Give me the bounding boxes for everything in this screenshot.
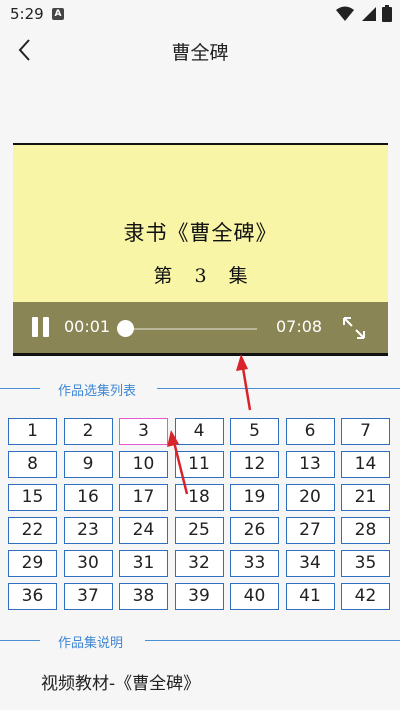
description-section-header: 作品集说明 bbox=[0, 632, 400, 652]
video-player[interactable]: 隶书《曹全碑》 第 3 集 00:01 07:08 bbox=[13, 143, 388, 356]
episode-button-39[interactable]: 39 bbox=[174, 583, 224, 610]
episode-button-38[interactable]: 38 bbox=[119, 583, 168, 610]
episode-button-1[interactable]: 1 bbox=[8, 418, 57, 445]
episode-button-18[interactable]: 18 bbox=[174, 484, 224, 511]
episode-button-17[interactable]: 17 bbox=[119, 484, 168, 511]
episode-button-33[interactable]: 33 bbox=[230, 550, 279, 577]
episode-button-7[interactable]: 7 bbox=[341, 418, 390, 445]
episode-button-41[interactable]: 41 bbox=[285, 583, 335, 610]
status-icons bbox=[336, 5, 392, 22]
episode-button-16[interactable]: 16 bbox=[63, 484, 113, 511]
episode-button-23[interactable]: 23 bbox=[63, 517, 113, 544]
notification-badge: A bbox=[52, 8, 64, 20]
episode-button-37[interactable]: 37 bbox=[63, 583, 113, 610]
episode-button-14[interactable]: 14 bbox=[341, 451, 390, 478]
episode-button-9[interactable]: 9 bbox=[63, 451, 113, 478]
pause-icon-bar-right bbox=[43, 317, 49, 337]
episode-button-31[interactable]: 31 bbox=[119, 550, 168, 577]
app-bar: 曹全碑 bbox=[0, 28, 400, 72]
description-section-title: 作品集说明 bbox=[58, 636, 124, 651]
episode-button-12[interactable]: 12 bbox=[230, 451, 279, 478]
episode-button-28[interactable]: 28 bbox=[341, 517, 390, 544]
episode-button-2[interactable]: 2 bbox=[63, 418, 113, 445]
pause-button[interactable] bbox=[32, 317, 52, 339]
episode-button-29[interactable]: 29 bbox=[8, 550, 57, 577]
status-time: 5:29 bbox=[10, 5, 44, 23]
episode-button-30[interactable]: 30 bbox=[63, 550, 113, 577]
episode-suffix: 集 bbox=[228, 265, 248, 287]
episode-button-21[interactable]: 21 bbox=[341, 484, 390, 511]
current-time: 00:01 bbox=[64, 317, 111, 336]
divider bbox=[145, 640, 400, 641]
divider bbox=[157, 388, 400, 389]
pause-icon-bar-left bbox=[32, 317, 38, 337]
episode-button-10[interactable]: 10 bbox=[119, 451, 168, 478]
divider bbox=[0, 388, 40, 389]
wifi-icon bbox=[336, 6, 354, 21]
episode-button-5[interactable]: 5 bbox=[230, 418, 279, 445]
episode-button-34[interactable]: 34 bbox=[285, 550, 335, 577]
episode-button-20[interactable]: 20 bbox=[285, 484, 335, 511]
episode-button-3[interactable]: 3 bbox=[119, 418, 168, 445]
episode-button-32[interactable]: 32 bbox=[174, 550, 224, 577]
episode-prefix: 第 bbox=[153, 265, 173, 287]
episode-number: 3 bbox=[194, 265, 207, 287]
episodes-section-header: 作品选集列表 bbox=[0, 380, 400, 400]
fullscreen-button[interactable] bbox=[341, 315, 367, 341]
episode-button-15[interactable]: 15 bbox=[8, 484, 57, 511]
episode-button-13[interactable]: 13 bbox=[285, 451, 335, 478]
episode-button-19[interactable]: 19 bbox=[230, 484, 279, 511]
fullscreen-icon bbox=[343, 317, 365, 339]
video-title: 隶书《曹全碑》 bbox=[123, 221, 278, 245]
battery-icon bbox=[382, 5, 392, 22]
episode-caption: 第 3 集 bbox=[13, 261, 388, 288]
seek-bar[interactable] bbox=[125, 328, 257, 330]
episode-button-26[interactable]: 26 bbox=[230, 517, 279, 544]
status-bar: 5:29 A bbox=[0, 0, 400, 28]
episode-button-8[interactable]: 8 bbox=[8, 451, 57, 478]
episode-button-36[interactable]: 36 bbox=[8, 583, 57, 610]
episode-button-35[interactable]: 35 bbox=[341, 550, 390, 577]
player-controls: 00:01 07:08 bbox=[13, 302, 388, 353]
episode-button-42[interactable]: 42 bbox=[341, 583, 390, 610]
page-title: 曹全碑 bbox=[171, 42, 229, 64]
episode-button-4[interactable]: 4 bbox=[174, 418, 224, 445]
episode-button-25[interactable]: 25 bbox=[174, 517, 224, 544]
episode-button-40[interactable]: 40 bbox=[230, 583, 279, 610]
description-text: 视频教材-《曹全碑》 bbox=[41, 674, 201, 694]
episode-button-22[interactable]: 22 bbox=[8, 517, 57, 544]
episode-button-11[interactable]: 11 bbox=[174, 451, 224, 478]
episodes-section-title: 作品选集列表 bbox=[58, 384, 137, 399]
episode-button-6[interactable]: 6 bbox=[285, 418, 335, 445]
seek-handle[interactable] bbox=[117, 320, 134, 337]
episode-button-24[interactable]: 24 bbox=[119, 517, 168, 544]
signal-icon bbox=[362, 6, 376, 21]
divider bbox=[0, 640, 40, 641]
episode-button-27[interactable]: 27 bbox=[285, 517, 335, 544]
total-time: 07:08 bbox=[276, 317, 323, 336]
